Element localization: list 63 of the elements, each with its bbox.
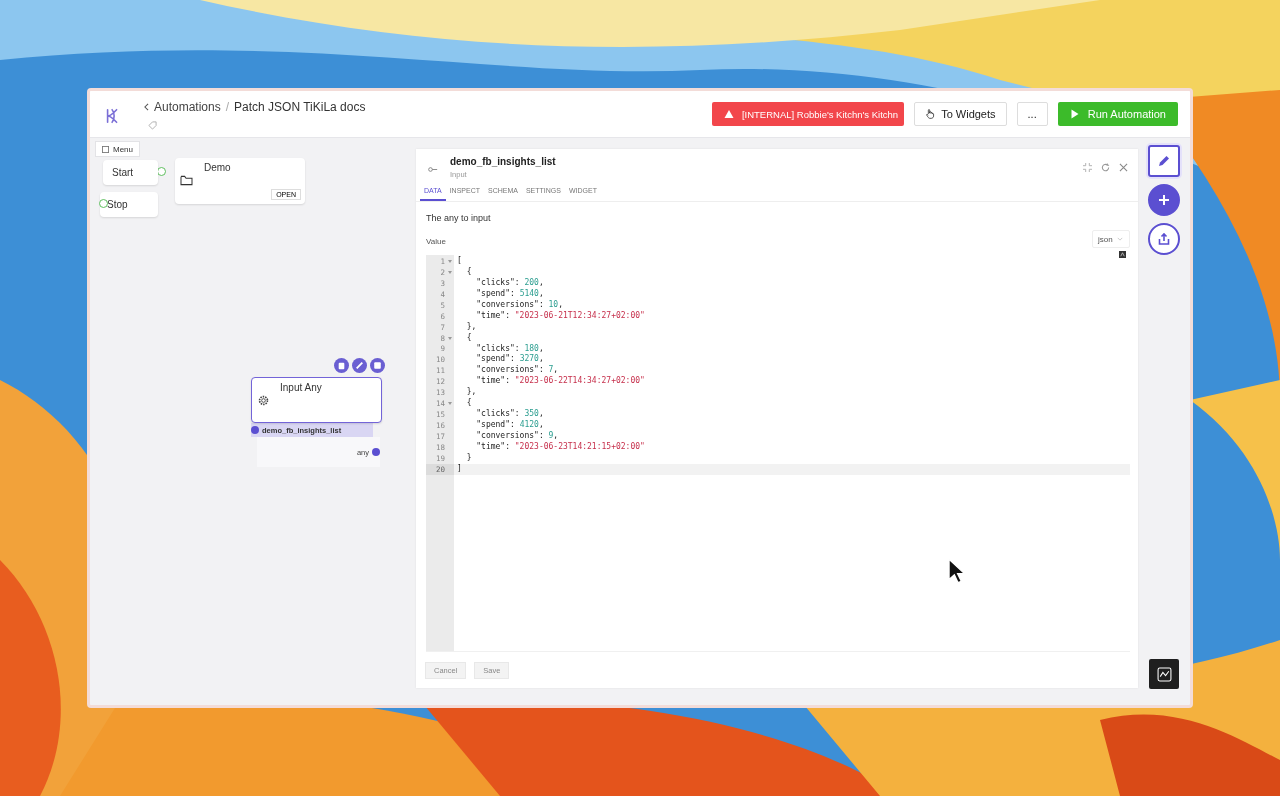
share-button[interactable]: [1148, 223, 1180, 255]
node-label: Demo: [204, 162, 231, 173]
chevron-down-icon: [1116, 237, 1123, 241]
code-line: "time": "2023-06-21T12:34:27+02:00": [475, 310, 645, 322]
code-line: "clicks": 180,: [475, 343, 544, 354]
description-text: The any to input: [426, 213, 492, 223]
code-line: "clicks": 350,: [475, 409, 544, 420]
edit-icon[interactable]: [352, 358, 367, 373]
copy-icon[interactable]: [370, 358, 385, 373]
cursor-icon: [948, 558, 965, 584]
refresh-icon[interactable]: [1101, 163, 1110, 172]
warning-icon: [723, 109, 734, 119]
page-title: Patch JSON TiKiLa docs: [234, 100, 366, 114]
widgets-button[interactable]: To Widgets: [914, 102, 1007, 126]
start-node[interactable]: Start: [103, 160, 158, 185]
format-select[interactable]: json: [1092, 230, 1130, 248]
code-line: {: [465, 332, 472, 344]
field-label: Value: [426, 237, 446, 246]
code-line: "time": "2023-06-22T14:34:27+02:00": [475, 376, 645, 388]
gear-icon: [258, 395, 269, 406]
node-label: Start: [112, 167, 134, 178]
input-node[interactable]: Input Any: [251, 377, 382, 423]
expand-icon[interactable]: [1119, 251, 1126, 258]
code-line: }: [465, 452, 472, 464]
code-line: "conversions": 9,: [475, 431, 559, 442]
folder-icon: [180, 175, 193, 186]
code-line: "spend": 5140,: [475, 288, 544, 300]
breadcrumb-separator: /: [225, 100, 230, 114]
plus-icon: [1157, 193, 1171, 207]
node-label: Input Any: [280, 382, 322, 393]
code-line: "spend": 4120,: [475, 420, 544, 431]
code-line: [: [456, 256, 462, 267]
key-icon: [428, 166, 438, 173]
chevron-left-icon[interactable]: [144, 103, 149, 111]
code-line: {: [465, 398, 472, 410]
play-icon: [1069, 109, 1080, 119]
add-button[interactable]: [1148, 184, 1180, 216]
activity-button[interactable]: [1149, 659, 1179, 689]
code-line: "conversions": 7,: [475, 365, 559, 376]
code-line: "clicks": 200,: [475, 277, 544, 289]
more-button[interactable]: ...: [1016, 102, 1048, 126]
pencil-icon: [1157, 154, 1171, 168]
share-icon: [1157, 232, 1171, 246]
hand-icon: [925, 109, 936, 119]
workspace-button[interactable]: [INTERNAL] Robbie's Kitchn's Kitchn: [711, 102, 905, 126]
node-label: Stop: [107, 199, 128, 210]
menu-button[interactable]: Menu: [95, 141, 140, 157]
code-line: "time": "2023-06-23T14:21:15+02:00": [475, 441, 645, 453]
port-dot: [251, 426, 259, 434]
code-line: },: [465, 387, 477, 398]
breadcrumb-link[interactable]: Automations: [154, 100, 221, 114]
stop-node[interactable]: Stop: [100, 192, 158, 217]
code-line: "spend": 3270,: [475, 354, 544, 365]
code-line: },: [465, 321, 477, 333]
close-icon[interactable]: [1119, 163, 1128, 172]
connector-port[interactable]: [372, 448, 380, 456]
code-line: "conversions": 10,: [475, 299, 563, 311]
code-line: {: [465, 266, 472, 278]
panel-title: demo_fb_insights_list: [450, 156, 556, 167]
delete-icon[interactable]: [334, 358, 349, 373]
activity-icon: [1156, 666, 1172, 682]
sidebar-icon: [102, 145, 109, 153]
edit-button[interactable]: [1148, 145, 1180, 177]
